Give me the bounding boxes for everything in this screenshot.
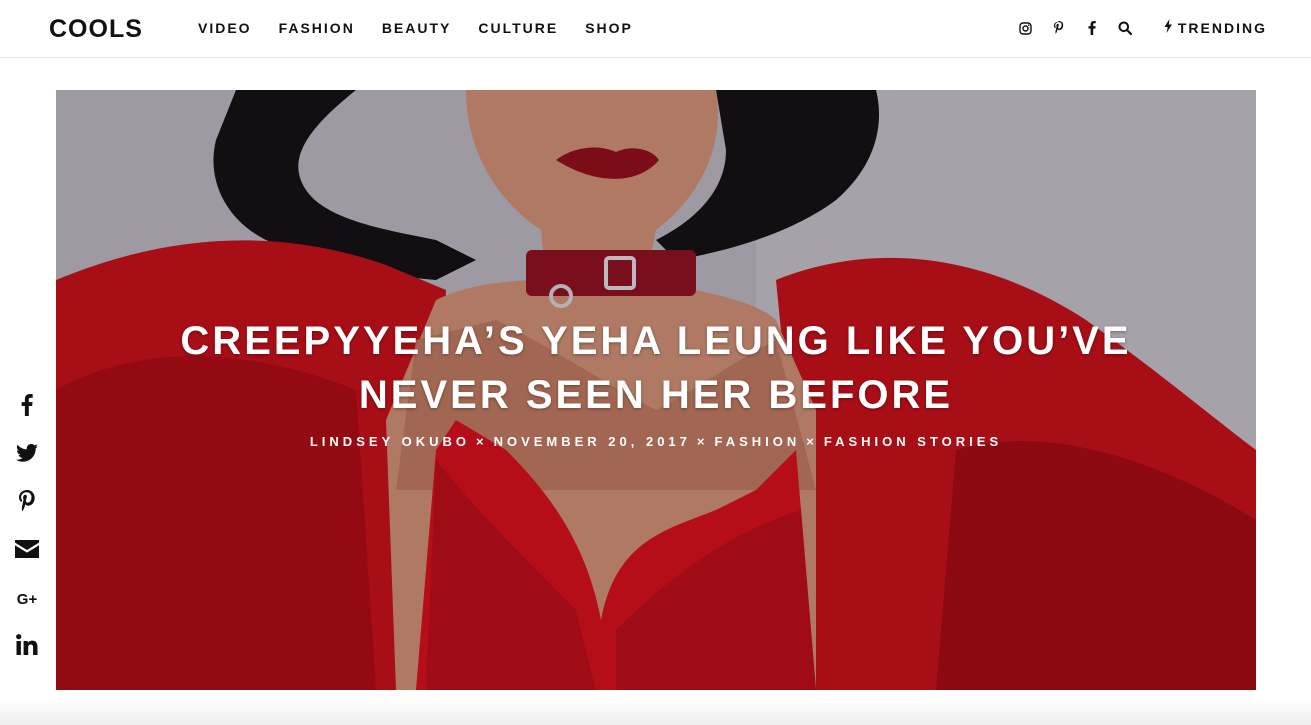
share-linkedin-button[interactable]	[14, 634, 40, 660]
pinterest-icon[interactable]	[1052, 21, 1066, 35]
share-bar: G+	[14, 393, 40, 682]
article-title-line-2: NEVER SEEN HER BEFORE	[358, 373, 954, 417]
twitter-icon	[16, 443, 38, 467]
email-icon	[15, 539, 39, 563]
trending-button[interactable]: TRENDING	[1164, 18, 1267, 38]
share-google-plus-button[interactable]: G+	[14, 586, 40, 612]
meta-separator: ×	[475, 434, 488, 449]
share-facebook-button[interactable]	[14, 393, 40, 421]
site-logo[interactable]: COOLS	[49, 14, 143, 44]
nav-item-beauty[interactable]: BEAUTY	[382, 20, 452, 36]
share-twitter-button[interactable]	[14, 442, 40, 468]
pinterest-icon	[18, 489, 36, 517]
meta-separator: ×	[806, 434, 818, 449]
meta-separator: ×	[696, 434, 709, 449]
facebook-icon[interactable]	[1085, 21, 1099, 35]
facebook-icon	[21, 393, 33, 421]
nav-item-culture[interactable]: CULTURE	[478, 20, 558, 36]
search-icon[interactable]	[1118, 21, 1132, 35]
nav-item-fashion[interactable]: FASHION	[279, 20, 355, 36]
share-email-button[interactable]	[14, 538, 40, 564]
main-nav: VIDEO FASHION BEAUTY CULTURE SHOP	[198, 20, 660, 36]
linkedin-icon	[16, 634, 38, 660]
category-link[interactable]: FASHION	[715, 434, 801, 449]
share-pinterest-button[interactable]	[14, 489, 40, 517]
author-link[interactable]: LINDSEY OKUBO	[310, 434, 470, 449]
site-header: COOLS VIDEO FASHION BEAUTY CULTURE SHOP	[0, 0, 1311, 58]
google-plus-icon: G+	[16, 590, 38, 608]
subcategory-link[interactable]: FASHION STORIES	[824, 434, 1002, 449]
lightning-bolt-icon	[1164, 18, 1173, 38]
nav-item-shop[interactable]: SHOP	[585, 20, 633, 36]
article-title[interactable]: CREEPYYEHA’S YEHA LEUNG LIKE YOU’VE NEVE…	[56, 314, 1256, 422]
header-actions: TRENDING	[1000, 18, 1267, 38]
page-bottom-edge	[0, 700, 1311, 725]
article-date: NOVEMBER 20, 2017	[493, 434, 691, 449]
article-meta: LINDSEY OKUBO × NOVEMBER 20, 2017 × FASHION ×…	[56, 434, 1256, 449]
nav-item-video[interactable]: VIDEO	[198, 20, 252, 36]
hero-image: CREEPYYEHA’S YEHA LEUNG LIKE YOU’VE NEVE…	[56, 90, 1256, 690]
instagram-icon[interactable]	[1019, 21, 1033, 35]
trending-label: TRENDING	[1177, 20, 1267, 36]
article-title-line-1: CREEPYYEHA’S YEHA LEUNG LIKE YOU’VE	[180, 319, 1132, 363]
